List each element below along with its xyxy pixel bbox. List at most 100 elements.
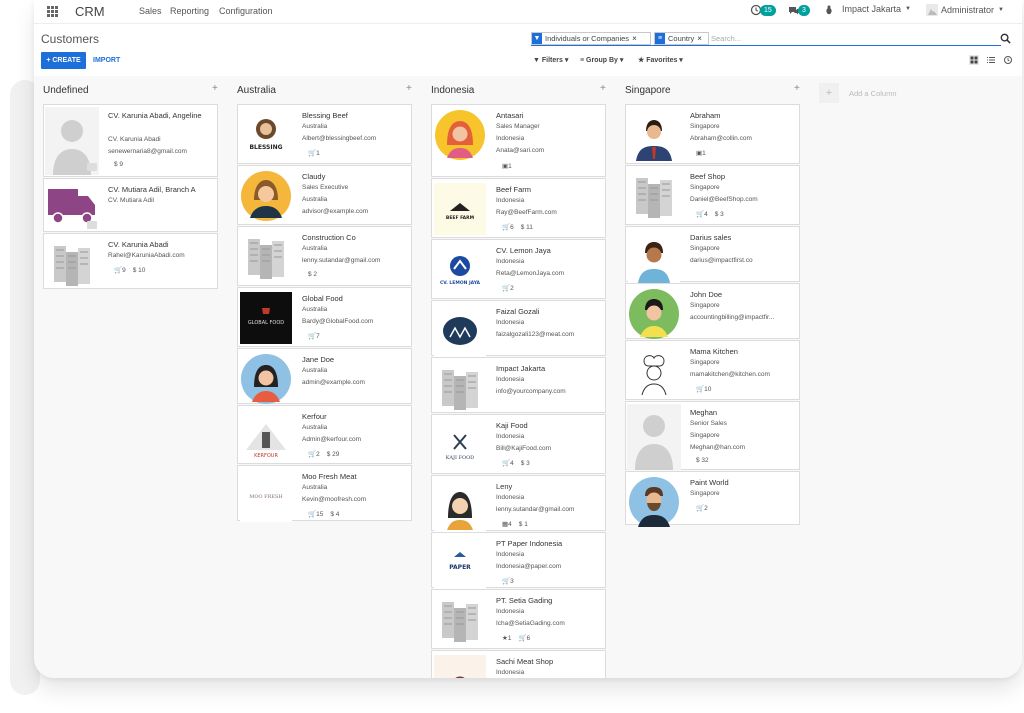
menu-configuration[interactable]: Configuration bbox=[219, 6, 273, 16]
column-add-icon[interactable]: + bbox=[794, 83, 800, 94]
kanban-card[interactable]: GLOBAL FOOD Global Food Australia Bardy@… bbox=[237, 287, 412, 347]
card-email: senewernaria8@gmail.com bbox=[108, 148, 187, 155]
card-title: CV. Lemon Jaya bbox=[496, 246, 551, 255]
purchase-count: 2 bbox=[510, 285, 514, 292]
card-email: Reta@LemonJaya.com bbox=[496, 270, 565, 277]
card-meta: 🛒3 bbox=[502, 578, 514, 585]
card-field: Australia bbox=[302, 245, 328, 252]
menu-reporting[interactable]: Reporting bbox=[170, 6, 209, 16]
kanban-card[interactable]: Sachi Meat Shop Indonesia bbox=[431, 650, 606, 678]
list-view-icon[interactable] bbox=[986, 55, 996, 65]
messages-button[interactable]: 3 bbox=[788, 4, 810, 16]
kanban-card[interactable]: PAPER PT Paper Indonesia Indonesia Indon… bbox=[431, 532, 606, 589]
logo: GLOBAL FOOD bbox=[240, 292, 292, 344]
sales-amount: $ 3 bbox=[714, 211, 724, 218]
kanban-card[interactable]: PT. Setia Gading Indonesia Icha@SetiaGad… bbox=[431, 589, 606, 649]
user-menu[interactable]: Administrator ▼ bbox=[926, 4, 1004, 16]
kanban-card[interactable]: Antasari Sales Manager Indonesia Anata@s… bbox=[431, 104, 606, 177]
building-icon bbox=[636, 178, 672, 218]
kanban-card[interactable]: Claudy Sales Executive Australia advisor… bbox=[237, 165, 412, 225]
filter-icon: ▼ bbox=[532, 33, 542, 44]
card-title: Construction Co bbox=[302, 233, 356, 242]
filters-dropdown[interactable]: ▼ Filters ▾ bbox=[533, 56, 568, 64]
remove-facet-icon[interactable]: × bbox=[632, 33, 637, 44]
logo: BLESSING bbox=[240, 109, 292, 161]
create-button[interactable]: + CREATE bbox=[41, 52, 86, 69]
kanban-card[interactable]: Abraham Singapore Abraham@collin.com ▣1 bbox=[625, 104, 800, 164]
import-button[interactable]: IMPORT bbox=[93, 57, 120, 64]
facet-value-individuals: Individuals bbox=[545, 34, 581, 43]
card-field: CV. Mutiara Adil bbox=[108, 197, 155, 204]
purchase-count: 2 bbox=[704, 505, 708, 512]
kanban-card[interactable]: Mama Kitchen Singapore mamakitchen@kitch… bbox=[625, 340, 800, 400]
card-meta: 🛒7 bbox=[308, 333, 320, 340]
kanban-card[interactable]: John Doe Singapore accountingbilling@imp… bbox=[625, 283, 800, 339]
avatar bbox=[434, 480, 486, 532]
kanban-card[interactable]: Paint World Singapore 🛒2 bbox=[625, 471, 800, 527]
kanban-card[interactable]: CV. LEMON JAYA CV. Lemon Jaya Indonesia … bbox=[431, 239, 606, 299]
card-title: Impact Jakarta bbox=[496, 364, 546, 373]
groupby-dropdown[interactable]: ≡ Group By ▾ bbox=[580, 56, 623, 64]
card-meta: ▦4 $ 1 bbox=[502, 521, 528, 528]
kanban-view-icon[interactable] bbox=[969, 55, 979, 65]
app-brand[interactable]: CRM bbox=[75, 4, 105, 19]
kanban-card[interactable]: CV. Karunia Abadi, Angeline CV. Karunia … bbox=[43, 104, 218, 177]
kanban-card[interactable]: Leny Indonesia lenny.sutandar@gmail.com … bbox=[431, 475, 606, 532]
card-email: info@yourcompany.com bbox=[496, 388, 566, 395]
add-column-label[interactable]: Add a Column bbox=[849, 89, 897, 98]
kanban-card[interactable]: MOO FRESH Moo Fresh Meat Australia Kevin… bbox=[237, 465, 412, 522]
menu-sales[interactable]: Sales bbox=[139, 6, 162, 16]
kanban-card[interactable]: Meghan Senior Sales Singapore Meghan@han… bbox=[625, 401, 800, 470]
search-input[interactable]: Search... bbox=[711, 34, 741, 43]
card-title: CV. Karunia Abadi, Angeline bbox=[108, 111, 202, 120]
avatar bbox=[241, 354, 291, 404]
card-title: Sachi Meat Shop bbox=[496, 657, 554, 666]
card-title: CV. Mutiara Adil, Branch A bbox=[108, 185, 196, 194]
card-meta: 🛒10 bbox=[696, 386, 712, 393]
card-meta: 🛒4 $ 3 bbox=[696, 211, 724, 218]
kanban-card[interactable]: Darius sales Singapore darius@impactfirs… bbox=[625, 226, 800, 283]
search-icon[interactable] bbox=[1000, 33, 1011, 44]
card-title: Beef Farm bbox=[496, 185, 532, 194]
card-title: CV. Karunia Abadi bbox=[108, 240, 169, 249]
debug-button[interactable] bbox=[823, 4, 835, 16]
company-switcher[interactable]: Impact Jakarta ▼ bbox=[842, 4, 911, 14]
favorites-dropdown[interactable]: ★ Favorites ▾ bbox=[638, 56, 683, 64]
card-email: advisor@example.com bbox=[302, 208, 369, 215]
kanban-card[interactable]: CV. Karunia Abadi Rahel@KaruniaAbadi.com… bbox=[43, 233, 218, 289]
card-email: Albert@blessingbeef.com bbox=[302, 135, 377, 142]
purchase-count: 15 bbox=[316, 511, 324, 518]
column-add-icon[interactable]: + bbox=[600, 83, 606, 94]
search-bar[interactable]: ▼ Individuals or Companies × ≡ Country ×… bbox=[531, 31, 1011, 46]
activity-view-icon[interactable] bbox=[1003, 55, 1013, 65]
apps-menu-icon[interactable] bbox=[47, 6, 58, 17]
kanban-card[interactable]: Construction Co Australia lenny.sutandar… bbox=[237, 226, 412, 286]
purchase-count: 10 bbox=[704, 386, 712, 393]
groupby-facet[interactable]: ≡ Country × bbox=[654, 32, 709, 45]
remove-facet-icon[interactable]: × bbox=[697, 33, 702, 44]
avatar bbox=[241, 171, 291, 221]
kanban-card[interactable]: Beef Shop Singapore Daniel@BeefShop.com … bbox=[625, 165, 800, 225]
kanban-card[interactable]: BEEF FARM Beef Farm Indonesia Ray@BeefFa… bbox=[431, 178, 606, 238]
kanban-card[interactable]: Jane Doe Australia admin@example.com bbox=[237, 348, 412, 404]
add-column-button[interactable]: + bbox=[819, 83, 839, 103]
card-title: Meghan bbox=[690, 408, 718, 417]
activity-button[interactable]: 15 bbox=[750, 4, 776, 16]
card-title: Faizal Gozali bbox=[496, 307, 540, 316]
card-field: Australia bbox=[302, 123, 328, 130]
logo: KAJI FOOD bbox=[434, 419, 486, 471]
kanban-card[interactable]: BLESSING Blessing Beef Australia Albert@… bbox=[237, 104, 412, 164]
kanban-card[interactable]: KAJI FOOD Kaji Food Indonesia Bill@KajiF… bbox=[431, 414, 606, 474]
card-email: lenny.sutandar@gmail.com bbox=[496, 506, 575, 513]
kanban-card[interactable]: Impact Jakarta Indonesia info@yourcompan… bbox=[431, 357, 606, 413]
card-email: Rahel@KaruniaAbadi.com bbox=[108, 252, 185, 259]
column-add-icon[interactable]: + bbox=[406, 83, 412, 94]
column-add-icon[interactable]: + bbox=[212, 83, 218, 94]
kanban-card[interactable]: CV. Mutiara Adil, Branch A CV. Mutiara A… bbox=[43, 178, 218, 232]
caret-down-icon: ▼ bbox=[998, 7, 1004, 13]
kanban-card[interactable]: Faizal Gozali Indonesia faizalgozali123@… bbox=[431, 300, 606, 357]
messages-badge: 3 bbox=[798, 4, 810, 16]
filter-facet[interactable]: ▼ Individuals or Companies × bbox=[531, 32, 651, 45]
kanban-card[interactable]: KERFOUR Kerfour Australia Admin@kerfour.… bbox=[237, 405, 412, 464]
card-email: darius@impactfirst.co bbox=[690, 257, 753, 264]
